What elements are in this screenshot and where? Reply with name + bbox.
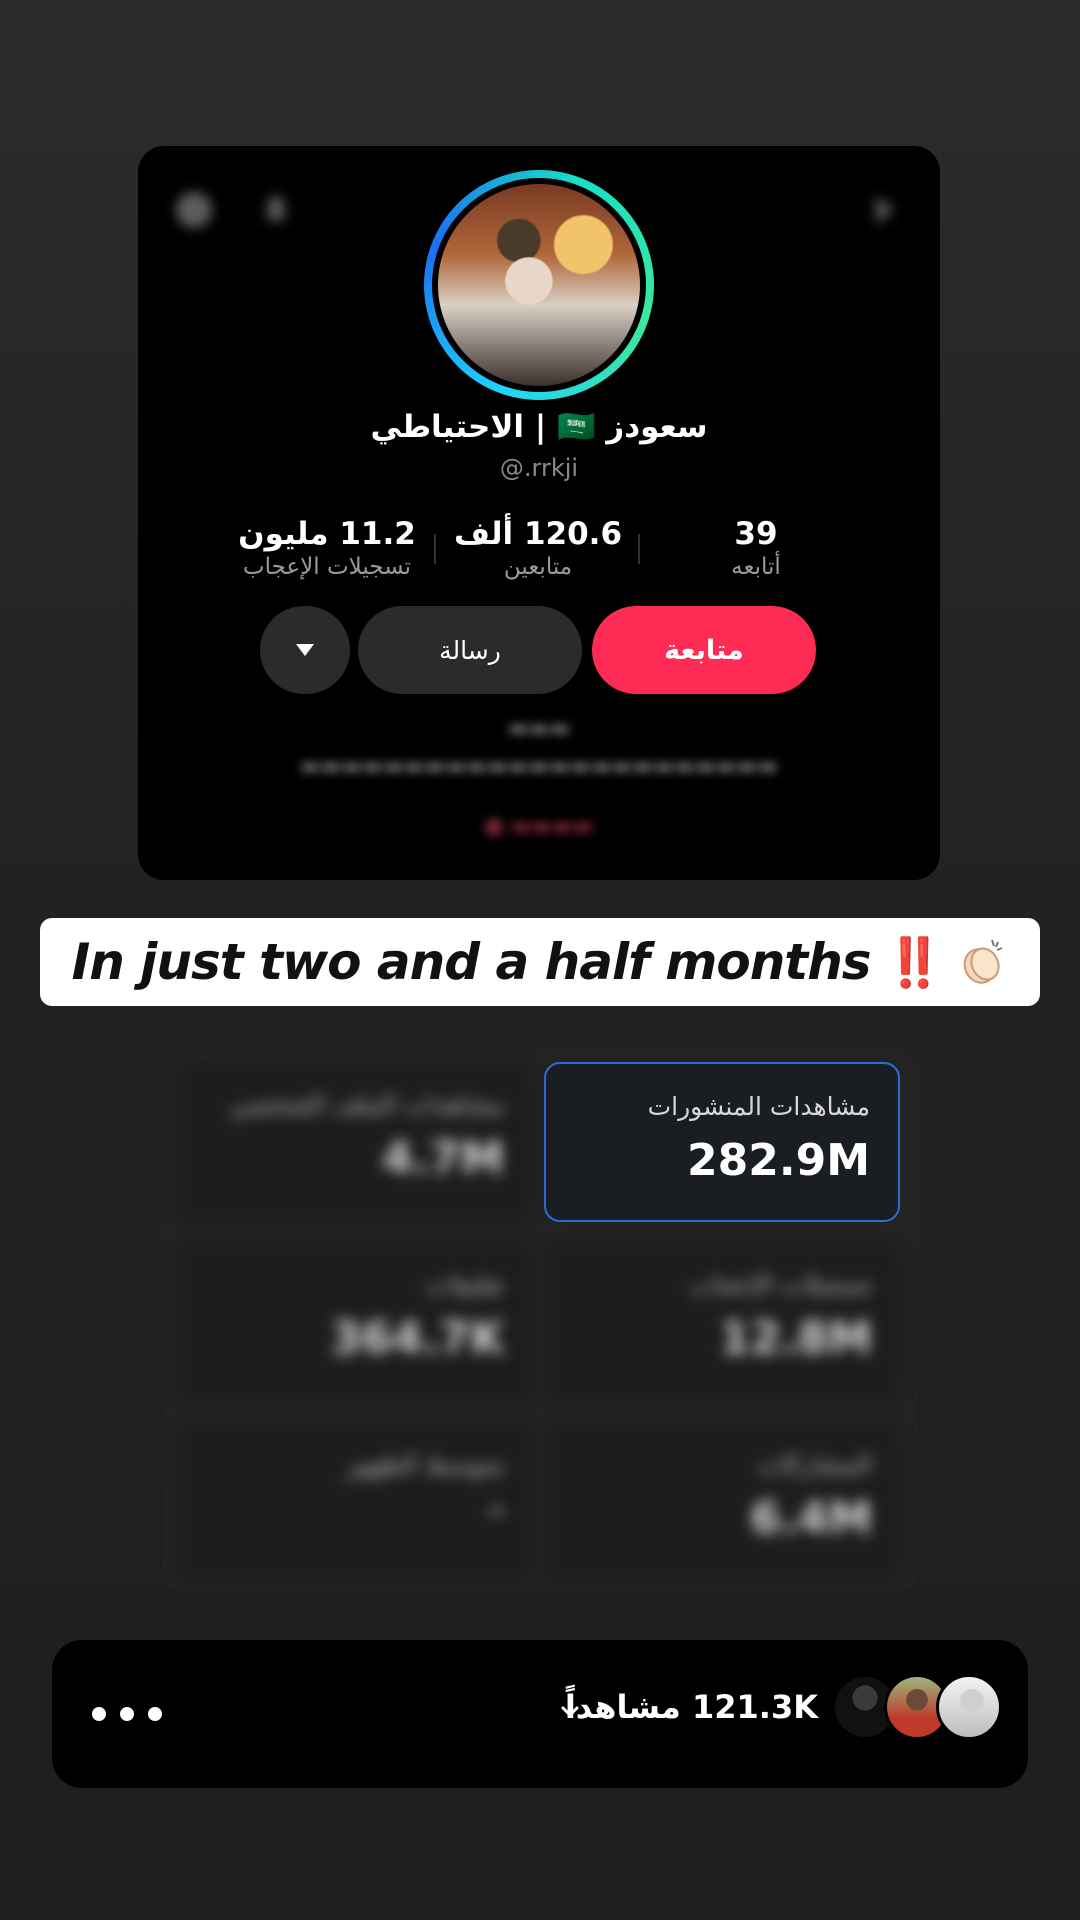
double-exclamation-icon: ‼️: [884, 934, 945, 991]
metric-profile-views[interactable]: مشاهدات الملف الشخصي 4.7M: [176, 1062, 532, 1222]
back-icon[interactable]: [166, 182, 222, 238]
metric-label: تسجيلات الإعجاب: [689, 1270, 872, 1299]
stat-following-label: أتابعه: [731, 554, 781, 580]
metric-value: 364.7K: [330, 1313, 504, 1364]
viewer-avatar[interactable]: [936, 1674, 1002, 1740]
viewer-count[interactable]: 121.3K مشاهداً: [565, 1688, 818, 1726]
profile-stats: 39 أتابعه 120.6 ألف متابعين 11.2 مليون ت…: [138, 516, 940, 582]
message-button[interactable]: رسالة: [358, 606, 582, 694]
stat-divider: [434, 534, 436, 564]
stat-likes[interactable]: 11.2 مليون تسجيلات الإعجاب: [222, 516, 432, 580]
share-icon[interactable]: [856, 182, 912, 238]
analytics-panel: مشاهدات المنشورات 282.9M مشاهدات الملف ا…: [162, 1050, 918, 1592]
metric-label: مشاهدات الملف الشخصي: [229, 1090, 504, 1119]
clapping-hands-icon: [952, 934, 1008, 990]
metric-comments[interactable]: تعليقات 364.7K: [176, 1242, 532, 1402]
stat-likes-label: تسجيلات الإعجاب: [242, 554, 412, 580]
profile-screenshot-card: سعودز 🇸🇦 | الاحتياطي @.rrkji 39 أتابعه 1…: [138, 146, 940, 880]
metric-label: المشاركات: [757, 1450, 872, 1479]
bio-link-blurred: ▬▬▬▬▬▬▬▬▬▬▬▬▬▬▬▬▬▬▬▬▬▬▬: [299, 754, 779, 779]
bio-blurred: ▬▬▬: [507, 716, 571, 741]
metric-value: –: [489, 1493, 504, 1528]
metric-value: 6.4M: [750, 1493, 872, 1544]
metric-value: 4.7M: [382, 1133, 504, 1184]
metric-post-views[interactable]: مشاهدات المنشورات 282.9M: [544, 1062, 900, 1222]
display-name: سعودز 🇸🇦 | الاحتياطي: [370, 409, 708, 445]
stat-followers[interactable]: 120.6 ألف متابعين: [438, 516, 638, 580]
metric-label: مشاهدات المنشورات: [647, 1092, 870, 1121]
stat-likes-value: 11.2 مليون: [238, 516, 416, 552]
more-icon[interactable]: [92, 1694, 162, 1734]
caret-down-icon: [296, 644, 314, 656]
follow-button[interactable]: متابعة: [592, 606, 816, 694]
caption-text: In just two and a half months: [71, 933, 872, 991]
username-handle: @.rrkji: [499, 454, 579, 482]
bio-tag-blurred: ● ▬▬▬▬: [484, 814, 594, 839]
stat-divider: [638, 534, 640, 564]
stat-following[interactable]: 39 أتابعه: [686, 516, 826, 580]
story-caption: In just two and a half months ‼️: [40, 918, 1040, 1006]
metric-reach[interactable]: متوسط الظهور –: [176, 1422, 532, 1582]
stat-following-value: 39: [734, 516, 778, 552]
stat-followers-label: متابعين: [503, 554, 573, 580]
metric-label: متوسط الظهور: [345, 1450, 504, 1479]
stat-followers-value: 120.6 ألف: [453, 516, 623, 552]
story-viewers-bar[interactable]: 121.3K مشاهداً: [52, 1640, 1028, 1788]
avatar: [438, 184, 640, 386]
metric-value: 12.8M: [719, 1313, 872, 1364]
metric-shares[interactable]: المشاركات 6.4M: [544, 1422, 900, 1582]
bell-icon[interactable]: [248, 182, 304, 238]
avatar-story-ring[interactable]: [424, 170, 654, 400]
more-options-button[interactable]: [260, 606, 350, 694]
metric-likes[interactable]: تسجيلات الإعجاب 12.8M: [544, 1242, 900, 1402]
metric-value: 282.9M: [687, 1135, 870, 1186]
metric-label: تعليقات: [425, 1270, 504, 1299]
